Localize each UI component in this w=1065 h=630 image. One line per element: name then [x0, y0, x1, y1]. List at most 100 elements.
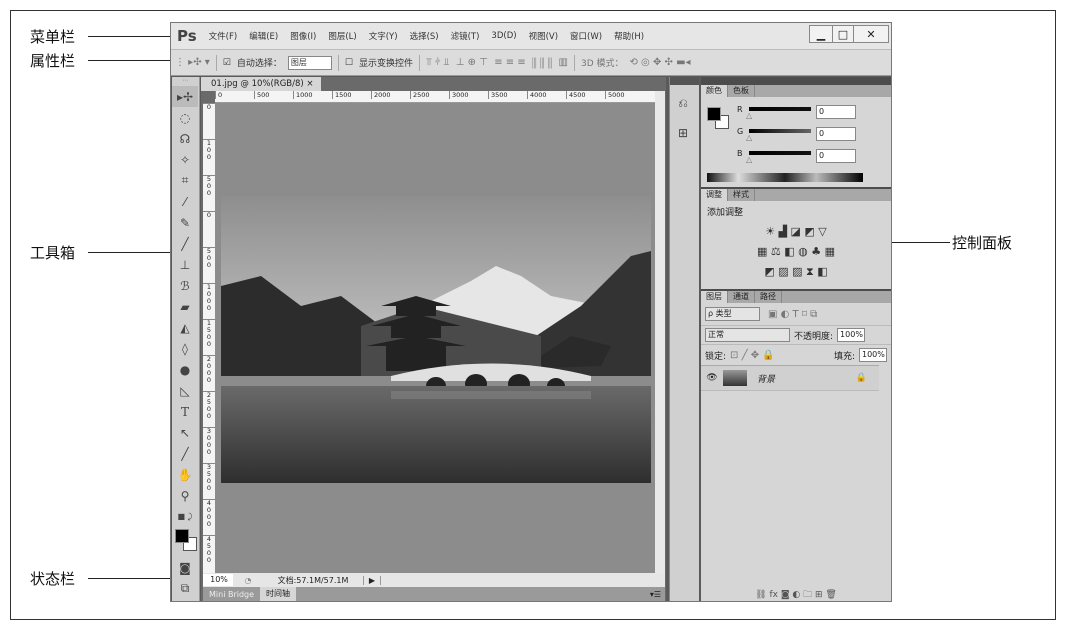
foreground-color-swatch[interactable] [707, 107, 721, 121]
history-brush-icon[interactable]: ℬ [172, 275, 198, 296]
pen-tool-icon[interactable]: ◺ [172, 380, 198, 401]
channel-slider[interactable] [749, 129, 811, 133]
properties-icon[interactable]: ⊞ [670, 122, 696, 143]
color-ramp[interactable] [707, 173, 863, 182]
document-tab[interactable]: 01.jpg @ 10%(RGB/8) × [201, 77, 321, 91]
crop-tool-icon[interactable]: ⌗ [172, 170, 198, 191]
tab-adjustments[interactable]: 调整 [701, 189, 728, 201]
bottom-tabs: Mini Bridge 时间轴 ▾☰ [203, 587, 665, 601]
stamp-tool-icon[interactable]: ⊥ [172, 254, 198, 275]
hand-tool-icon[interactable]: ✋ [172, 464, 198, 485]
ruler-tick-label: 0 [203, 211, 215, 247]
fill-label: 填充: [833, 351, 855, 362]
slider-handle-icon[interactable]: △ [746, 111, 752, 120]
quick-mask-icon[interactable]: ◙ [172, 557, 198, 578]
status-menu-arrow[interactable]: ▶ [363, 575, 381, 585]
auto-select-dropdown[interactable]: 图层 [287, 55, 332, 70]
paint-bucket-icon[interactable]: ◭ [172, 317, 198, 338]
fill-field[interactable]: 100% [859, 348, 887, 362]
layer-lock-icon: 🔒 [855, 373, 867, 383]
ruler-tick-label: 2 0 0 0 [203, 355, 215, 391]
history-icon[interactable]: ⎌ [670, 93, 696, 114]
doc-info: 文档:57.1M/57.1M [277, 575, 349, 585]
path-select-icon[interactable]: ↖ [172, 422, 198, 443]
type-tool-icon[interactable]: T [172, 401, 198, 422]
minimize-button[interactable]: ▁ [809, 25, 833, 43]
menu-image[interactable]: 图像(I) [290, 30, 316, 42]
opacity-field[interactable]: 100% [837, 328, 866, 342]
ruler-tick-label: 4 5 0 0 [203, 535, 215, 571]
blend-mode-dropdown[interactable]: 正常 [705, 328, 790, 342]
menu-type[interactable]: 文字(Y) [369, 30, 398, 42]
zoom-field[interactable]: 10% [203, 574, 233, 586]
quick-select-tool-icon[interactable]: ✧ [172, 149, 198, 170]
layer-actions-icons[interactable]: ⛓ fx ◙ ◐ 🗀 ⊞ 🗑 [701, 587, 891, 601]
ruler-tick-label: 3000 [449, 91, 488, 99]
vertical-scrollbar[interactable] [655, 91, 665, 573]
ruler-left: 01 0 05 0 005 0 01 0 0 01 5 0 02 0 0 02 … [203, 103, 215, 573]
tab-paths[interactable]: 路径 [755, 291, 782, 303]
brush-tool-icon[interactable]: ╱ [172, 233, 198, 254]
tab-color[interactable]: 颜色 [701, 85, 728, 97]
show-transform-checkbox[interactable]: ☐ [345, 58, 353, 68]
canvas[interactable] [215, 103, 655, 573]
slider-handle-icon[interactable]: △ [746, 155, 752, 164]
menu-view[interactable]: 视图(V) [529, 30, 558, 42]
ruler-tick-label: 2000 [371, 91, 410, 99]
healing-brush-icon[interactable]: ✎ [172, 212, 198, 233]
slider-handle-icon[interactable]: △ [746, 133, 752, 142]
document-area: 01.jpg @ 10%(RGB/8) × 0 500 1000 1500 2000 25… [201, 77, 666, 601]
filter-icons[interactable]: ▣ ◐ T ⌑ ⧉ [768, 309, 817, 320]
menu-select[interactable]: 选择(S) [410, 30, 439, 42]
auto-select-checkbox[interactable]: ☑ [223, 58, 231, 68]
eraser-tool-icon[interactable]: ▰ [172, 296, 198, 317]
marquee-tool-icon[interactable]: ◌ [172, 107, 198, 128]
lasso-tool-icon[interactable]: ☊ [172, 128, 198, 149]
close-tab-icon[interactable]: × [306, 79, 313, 89]
menu-filter[interactable]: 滤镜(T) [451, 30, 480, 42]
lock-icons[interactable]: ⊡ ╱ ✥ 🔒 [730, 350, 775, 361]
layer-filter-dropdown[interactable]: ρ 类型 [705, 307, 760, 321]
close-button[interactable]: ✕ [853, 25, 889, 43]
tab-timeline[interactable]: 时间轴 [260, 587, 297, 601]
menu-window[interactable]: 窗口(W) [570, 30, 602, 42]
menu-layer[interactable]: 图层(L) [328, 30, 356, 42]
toolbox-grip[interactable]: ⋯ [172, 77, 199, 86]
menu-3d[interactable]: 3D(D) [491, 31, 516, 41]
channel-slider[interactable] [749, 107, 811, 111]
color-swatches[interactable] [172, 527, 199, 557]
ruler-tick-label: 5000 [605, 91, 644, 99]
info-icon[interactable]: ◔ [233, 576, 263, 585]
maximize-button[interactable]: □ [832, 25, 854, 43]
menu-file[interactable]: 文件(F) [209, 30, 238, 42]
menu-bar: Ps 文件(F) 编辑(E) 图像(I) 图层(L) 文字(Y) 选择(S) 滤… [171, 23, 891, 49]
ruler-tick-label: 500 [254, 91, 293, 99]
tab-mini-bridge[interactable]: Mini Bridge [203, 590, 260, 599]
menu-edit[interactable]: 编辑(E) [249, 30, 278, 42]
channel-value-field[interactable]: 0 [816, 105, 856, 119]
adjustment-icons[interactable]: ☀ ▟ ◪ ◩ ▽ ▦ ⚖ ◧ ◍ ♣ ▦ ◩ ▨ ▨ ⧗ ◧ [701, 222, 891, 282]
layer-name: 背景 [757, 374, 776, 385]
tab-layers[interactable]: 图层 [701, 291, 728, 303]
swap-colors-icon[interactable]: ■ ⤸ [172, 506, 198, 527]
line-tool-icon[interactable]: ╱ [172, 443, 198, 464]
channel-value-field[interactable]: 0 [816, 127, 856, 141]
move-tool-icon[interactable]: ▸✢ [172, 86, 198, 107]
blur-tool-icon[interactable]: ◊ [172, 338, 198, 359]
layer-row[interactable]: 👁 背景 🔒 [701, 365, 879, 391]
zoom-tool-icon[interactable]: ⚲ [172, 485, 198, 506]
eyedropper-tool-icon[interactable]: ⁄ [172, 191, 198, 212]
channel-value-field[interactable]: 0 [816, 149, 856, 163]
align-icons[interactable]: ⫪ ⫩ ⫫ ⊥ ⊕ ⊤ ≡ ≡ ≡ ⫼ ⫼ ⫼ ▥ [426, 57, 568, 68]
move-tool-icon[interactable]: ⋮ ▸✣ ▾ [175, 57, 210, 68]
3d-mode-icons[interactable]: ⟲ ◎ ✥ ✣ ▬◂ [630, 57, 691, 68]
visibility-eye-icon[interactable]: 👁 [701, 373, 723, 383]
screen-mode-icon[interactable]: ⧉ [172, 578, 198, 599]
tab-channels[interactable]: 通道 [728, 291, 755, 303]
tab-swatches[interactable]: 色板 [728, 85, 755, 97]
tab-styles[interactable]: 样式 [728, 189, 755, 201]
panel-menu-icon[interactable]: ▾☰ [650, 590, 665, 599]
dodge-tool-icon[interactable]: ● [172, 359, 198, 380]
channel-slider[interactable] [749, 151, 811, 155]
menu-help[interactable]: 帮助(H) [614, 30, 644, 42]
